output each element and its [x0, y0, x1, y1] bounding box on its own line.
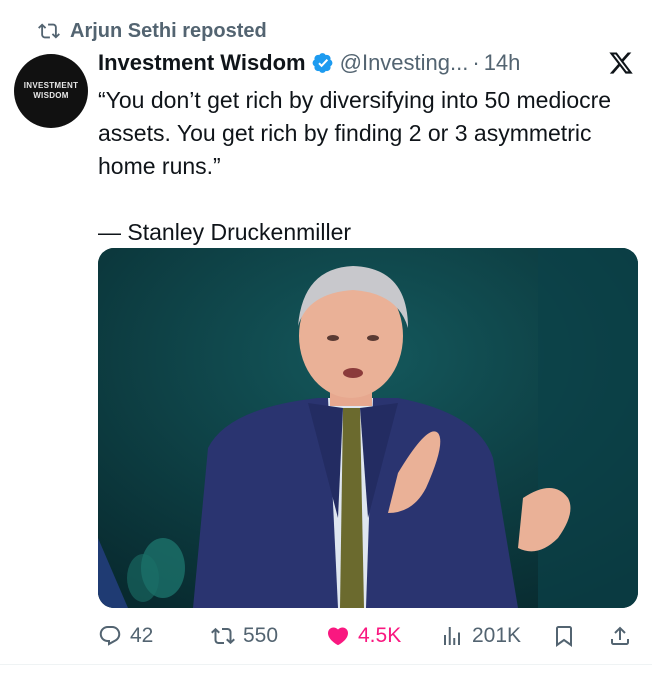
share-button[interactable]	[608, 618, 640, 654]
action-bar: 42 550 4.5K 201K	[98, 618, 638, 654]
reply-count: 42	[130, 624, 154, 647]
reply-button[interactable]: 42	[98, 618, 153, 654]
share-icon	[611, 626, 629, 645]
tweet-attribution: — Stanley Druckenmiller	[98, 219, 352, 245]
reply-icon	[99, 626, 121, 646]
avatar-line1: INVESTMENT	[23, 81, 79, 90]
tweet-quote: “You don’t get rich by diversifying into…	[98, 87, 612, 179]
x-logo-icon	[609, 52, 633, 74]
heart-icon	[327, 627, 349, 646]
avatar-line2: WISDOM	[33, 91, 69, 100]
repost-icon	[38, 23, 60, 39]
repost-label: Arjun Sethi reposted	[70, 19, 267, 42]
like-button[interactable]: 4.5K	[326, 618, 401, 654]
repost-indicator[interactable]: Arjun Sethi reposted	[38, 18, 267, 44]
bookmark-button[interactable]	[552, 618, 584, 654]
retweet-icon	[211, 627, 235, 645]
tweet-header: Investment Wisdom @Investing... · 14h	[98, 48, 520, 78]
timestamp[interactable]: 14h	[484, 50, 521, 76]
views-button[interactable]: 201K	[440, 618, 521, 654]
bookmark-icon	[556, 626, 572, 647]
views-icon	[444, 627, 460, 645]
avatar[interactable]: INVESTMENT WISDOM	[14, 54, 88, 128]
tweet-text: “You don’t get rich by diversifying into…	[98, 84, 628, 249]
author-handle[interactable]: @Investing...	[340, 50, 469, 76]
separator: ·	[472, 50, 480, 75]
tweet-photo[interactable]	[98, 248, 638, 608]
author-name[interactable]: Investment Wisdom	[98, 50, 306, 76]
retweet-button[interactable]: 550	[211, 618, 278, 654]
retweet-count: 550	[243, 624, 279, 647]
divider	[0, 664, 652, 665]
views-count: 201K	[472, 624, 522, 647]
speaker-illustration	[98, 248, 638, 608]
like-count: 4.5K	[358, 624, 402, 647]
verified-icon	[312, 53, 333, 73]
